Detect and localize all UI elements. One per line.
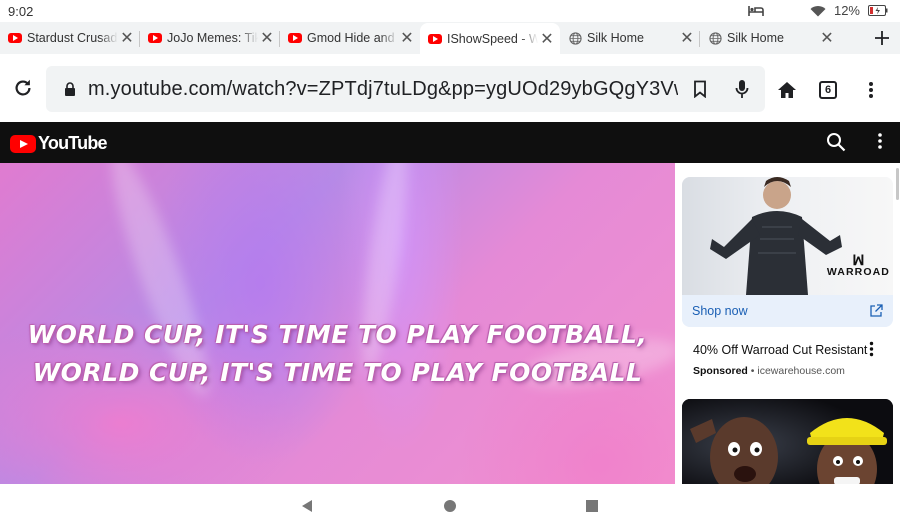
recents-square-icon bbox=[586, 500, 598, 512]
lock-icon bbox=[65, 82, 75, 96]
reload-button[interactable] bbox=[12, 77, 36, 101]
home-circle-icon bbox=[444, 500, 456, 512]
more-vert-icon bbox=[878, 133, 882, 149]
status-bar: 9:02 12% bbox=[0, 0, 900, 22]
browser-menu-button[interactable] bbox=[858, 77, 884, 103]
tab-gmod-hide-and-seek[interactable]: Gmod Hide and Seek ✕ bbox=[280, 23, 420, 53]
globe-icon bbox=[568, 31, 582, 45]
wifi-icon bbox=[810, 5, 826, 17]
globe-icon bbox=[708, 31, 722, 45]
system-home-button[interactable] bbox=[441, 497, 459, 515]
tab-silk-home-2[interactable]: Silk Home ✕ bbox=[700, 23, 840, 53]
voice-search-button[interactable] bbox=[726, 73, 758, 105]
search-button[interactable] bbox=[826, 132, 848, 154]
brand-name: WARROAD bbox=[826, 266, 890, 278]
page-scrollbar[interactable] bbox=[896, 168, 899, 200]
url-text[interactable]: m.youtube.com/watch?v=ZPTdj7tuLDg&pp=ygU… bbox=[88, 78, 678, 101]
youtube-icon bbox=[8, 31, 22, 45]
youtube-icon bbox=[148, 31, 162, 45]
tab-title: Silk Home bbox=[587, 31, 644, 45]
back-button[interactable] bbox=[298, 497, 316, 515]
reload-icon bbox=[15, 79, 31, 96]
close-icon[interactable]: ✕ bbox=[398, 29, 416, 47]
tab-title: Gmod Hide and Seek bbox=[307, 31, 398, 45]
close-icon[interactable]: ✕ bbox=[118, 29, 136, 47]
sponsored-label: Sponsored bbox=[693, 365, 748, 377]
ad-menu-button[interactable] bbox=[869, 341, 881, 359]
open-external-icon bbox=[870, 304, 883, 317]
tab-count: 6 bbox=[819, 81, 837, 99]
brand-logo: ꟽ WARROAD bbox=[826, 252, 890, 278]
ad-domain: icewarehouse.com bbox=[757, 365, 845, 377]
battery-icon bbox=[868, 5, 888, 16]
search-icon bbox=[827, 133, 846, 152]
youtube-menu-button[interactable] bbox=[870, 132, 890, 154]
tab-title: Stardust Crusaders bbox=[27, 31, 118, 45]
close-icon[interactable]: ✕ bbox=[818, 29, 836, 47]
status-icons: 12% bbox=[748, 3, 888, 18]
youtube-icon bbox=[428, 32, 442, 46]
microphone-icon bbox=[735, 80, 749, 98]
video-player[interactable]: WORLD CUP, IT'S TIME TO PLAY FOOTBALL, W… bbox=[0, 163, 675, 484]
lyrics-line: WORLD CUP, IT'S TIME TO PLAY FOOTBALL bbox=[32, 358, 643, 387]
plus-icon bbox=[875, 31, 889, 45]
system-nav-bar bbox=[0, 484, 900, 527]
youtube-play-icon bbox=[10, 134, 36, 153]
home-icon bbox=[778, 82, 796, 98]
more-vert-icon bbox=[869, 82, 873, 98]
video-lyrics: WORLD CUP, IT'S TIME TO PLAY FOOTBALL, W… bbox=[0, 316, 675, 392]
tab-title: JoJo Memes: TikTok bbox=[167, 31, 258, 45]
bookmark-button[interactable] bbox=[684, 73, 716, 105]
youtube-icon bbox=[288, 31, 302, 45]
browser-toolbar: m.youtube.com/watch?v=ZPTdj7tuLDg&pp=ygU… bbox=[0, 54, 900, 122]
tab-title: IShowSpeed - World Cup bbox=[447, 32, 538, 46]
ad-title[interactable]: 40% Off Warroad Cut Resistant bbox=[693, 343, 867, 357]
warroad-mark-icon: ꟽ bbox=[852, 252, 865, 268]
thumbnail-image bbox=[682, 399, 893, 484]
lyrics-line: WORLD CUP, IT'S TIME TO PLAY FOOTBALL, bbox=[27, 320, 648, 349]
recents-button[interactable] bbox=[583, 497, 601, 515]
tab-switcher-button[interactable]: 6 bbox=[815, 77, 841, 103]
bed-icon bbox=[748, 5, 764, 16]
tab-strip: Stardust Crusaders ✕ JoJo Memes: TikTok … bbox=[0, 22, 900, 55]
related-rail: ꟽ WARROAD Shop now 40% Off Warroad Cut R… bbox=[675, 163, 900, 484]
shop-now-button[interactable]: Shop now bbox=[682, 295, 893, 327]
youtube-header: YouTube bbox=[0, 122, 900, 163]
ad-card[interactable]: ꟽ WARROAD Shop now bbox=[682, 177, 893, 327]
tab-jojo-memes[interactable]: JoJo Memes: TikTok ✕ bbox=[140, 23, 280, 53]
ad-image[interactable]: ꟽ WARROAD bbox=[682, 177, 893, 295]
new-tab-button[interactable] bbox=[864, 23, 900, 53]
battery-percent: 12% bbox=[833, 3, 860, 18]
ad-meta: Sponsored • icewarehouse.com bbox=[693, 365, 845, 377]
close-icon[interactable]: ✕ bbox=[538, 30, 556, 48]
back-triangle-icon bbox=[302, 500, 312, 512]
close-icon[interactable]: ✕ bbox=[258, 29, 276, 47]
bookmark-icon bbox=[694, 80, 706, 98]
tab-silk-home-1[interactable]: Silk Home ✕ bbox=[560, 23, 700, 53]
tab-stardust-crusaders[interactable]: Stardust Crusaders ✕ bbox=[0, 23, 140, 53]
omnibox[interactable]: m.youtube.com/watch?v=ZPTdj7tuLDg&pp=ygU… bbox=[46, 66, 765, 112]
youtube-logo[interactable]: YouTube bbox=[10, 133, 108, 154]
home-button[interactable] bbox=[774, 77, 800, 103]
video-thumbnail[interactable] bbox=[682, 399, 893, 484]
close-icon[interactable]: ✕ bbox=[678, 29, 696, 47]
more-vert-icon bbox=[869, 341, 874, 357]
tab-ishowspeed[interactable]: IShowSpeed - World Cup ✕ bbox=[420, 23, 560, 55]
youtube-logo-text: YouTube bbox=[38, 133, 108, 153]
status-time: 9:02 bbox=[8, 4, 34, 19]
tab-title: Silk Home bbox=[727, 31, 784, 45]
shop-now-label: Shop now bbox=[692, 304, 748, 318]
